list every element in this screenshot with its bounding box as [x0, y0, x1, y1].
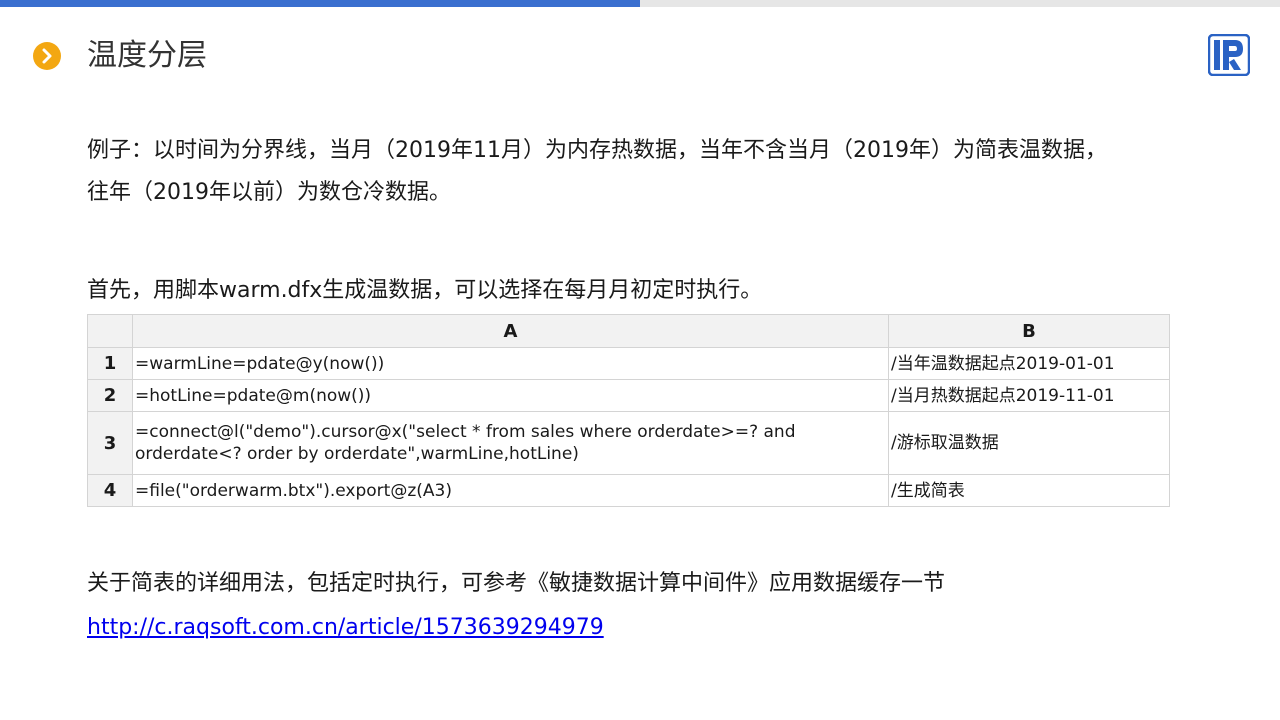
comment-cell[interactable]: /当月热数据起点2019-11-01	[888, 379, 1170, 412]
comment-cell[interactable]: /当年温数据起点2019-01-01	[888, 347, 1170, 380]
table-row: 3 =connect@l("demo").cursor@x("select * …	[87, 411, 1170, 475]
page-title: 温度分层	[87, 38, 207, 73]
row-number[interactable]: 2	[87, 379, 133, 412]
code-cell[interactable]: =hotLine=pdate@m(now())	[132, 379, 889, 412]
column-header-a[interactable]: A	[132, 314, 889, 348]
table-header-row: A B	[87, 314, 1170, 348]
column-header-b[interactable]: B	[888, 314, 1170, 348]
comment-cell[interactable]: /生成简表	[888, 474, 1170, 507]
article-link[interactable]: http://c.raqsoft.com.cn/article/15736392…	[87, 608, 604, 648]
script-code-table: A B 1 =warmLine=pdate@y(now()) /当年温数据起点2…	[87, 314, 1170, 507]
row-number[interactable]: 4	[87, 474, 133, 507]
code-cell[interactable]: =file("orderwarm.btx").export@z(A3)	[132, 474, 889, 507]
top-accent-bar	[0, 0, 640, 7]
intro-paragraph: 例子：以时间为分界线，当月（2019年11月）为内存热数据，当年不含当月（201…	[87, 130, 1107, 214]
table-row: 2 =hotLine=pdate@m(now()) /当月热数据起点2019-1…	[87, 379, 1170, 412]
comment-cell[interactable]: /游标取温数据	[888, 411, 1170, 475]
table-row: 4 =file("orderwarm.btx").export@z(A3) /生…	[87, 474, 1170, 507]
script-description: 首先，用脚本warm.dfx生成温数据，可以选择在每月月初定时执行。	[87, 278, 763, 303]
code-cell[interactable]: =warmLine=pdate@y(now())	[132, 347, 889, 380]
row-number[interactable]: 3	[87, 411, 133, 475]
top-accent-bar-gray	[640, 0, 1280, 7]
code-cell[interactable]: =connect@l("demo").cursor@x("select * fr…	[132, 411, 889, 475]
raqsoft-r-logo-icon	[1207, 33, 1251, 77]
intro-line-1: 例子：以时间为分界线，当月（2019年11月）为内存热数据，当年不含当月（201…	[87, 138, 1107, 163]
table-row: 1 =warmLine=pdate@y(now()) /当年温数据起点2019-…	[87, 347, 1170, 380]
chevron-right-icon	[33, 42, 61, 70]
row-number[interactable]: 1	[87, 347, 133, 380]
reference-paragraph: 关于简表的详细用法，包括定时执行，可参考《敏捷数据计算中间件》应用数据缓存一节	[87, 571, 946, 596]
intro-line-2: 往年（2019年以前）为数仓冷数据。	[87, 180, 451, 205]
corner-cell	[87, 314, 133, 348]
